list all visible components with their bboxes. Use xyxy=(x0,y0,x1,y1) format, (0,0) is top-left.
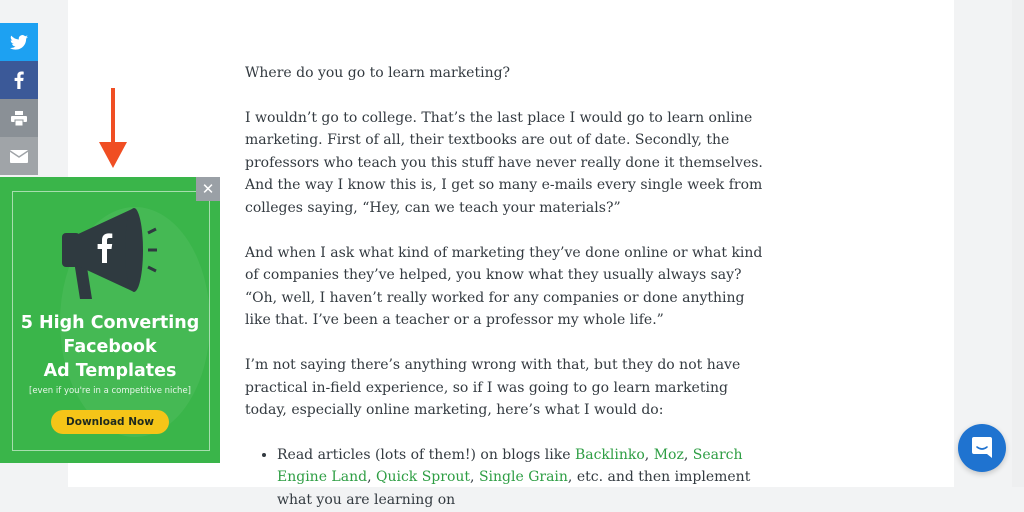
print-icon xyxy=(11,110,27,126)
headline-line-3: Ad Templates xyxy=(43,361,177,381)
twitter-icon xyxy=(10,34,28,50)
print-button[interactable] xyxy=(0,99,38,137)
single-grain-link[interactable]: Single Grain xyxy=(479,469,568,485)
backlinko-link[interactable]: Backlinko xyxy=(575,447,645,463)
article-body: Where do you go to learn marketing? I wo… xyxy=(245,62,773,512)
paragraph-1: Where do you go to learn marketing? xyxy=(245,65,511,81)
headline-line-1: 5 High Converting xyxy=(20,313,200,333)
paragraph-2: I wouldn’t go to college. That’s the las… xyxy=(245,109,763,216)
separator: , xyxy=(644,446,654,463)
social-share-bar xyxy=(0,23,38,175)
close-popup-button[interactable]: ✕ xyxy=(196,177,220,201)
email-icon xyxy=(10,149,28,163)
quick-sprout-link[interactable]: Quick Sprout xyxy=(376,469,470,485)
chat-icon xyxy=(972,437,992,458)
paragraph-3: And when I ask what kind of marketing th… xyxy=(245,244,763,329)
popup-headline: 5 High Converting Facebook Ad Templates xyxy=(0,311,220,383)
scrollbar-track[interactable] xyxy=(1012,0,1024,487)
megaphone-icon xyxy=(62,208,157,299)
popup-subtext: [even if you're in a competitive niche] xyxy=(29,386,191,396)
separator: , xyxy=(367,469,372,486)
paragraph-4: I’m not saying there’s anything wrong wi… xyxy=(245,356,741,419)
facebook-share-button[interactable] xyxy=(0,61,38,99)
facebook-ad-templates-popup[interactable]: ✕ 5 High Converting Facebook Ad Template… xyxy=(0,177,220,463)
facebook-icon xyxy=(14,71,24,89)
headline-line-2: Facebook xyxy=(63,337,157,357)
list-item-prefix: Read articles (lots of them!) on blogs l… xyxy=(277,446,575,463)
separator: , xyxy=(470,469,479,486)
red-arrow-icon xyxy=(99,88,127,168)
moz-link[interactable]: Moz xyxy=(654,447,684,463)
recommendation-list: Read articles (lots of them!) on blogs l… xyxy=(245,444,773,512)
chat-widget-button[interactable] xyxy=(958,424,1006,472)
email-share-button[interactable] xyxy=(0,137,38,175)
download-now-button[interactable]: Download Now xyxy=(51,410,169,434)
list-item: Read articles (lots of them!) on blogs l… xyxy=(277,444,773,512)
twitter-share-button[interactable] xyxy=(0,23,38,61)
separator: , xyxy=(683,446,693,463)
